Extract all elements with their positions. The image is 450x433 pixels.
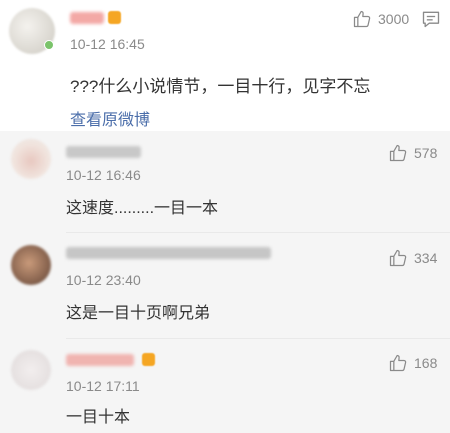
- username[interactable]: [70, 12, 104, 24]
- like-count: 3000: [378, 11, 410, 27]
- like-count: 578: [414, 145, 438, 161]
- reply-list: 10-12 16:46 578 这速度.........一目一本 10-12 2…: [0, 131, 450, 433]
- thumbs-up-icon: [353, 10, 371, 28]
- comment-icon[interactable]: [421, 9, 441, 29]
- thumbs-up-icon: [389, 354, 407, 372]
- avatar[interactable]: [11, 350, 51, 390]
- reply-time: 10-12 23:40: [66, 272, 141, 288]
- username[interactable]: [66, 146, 141, 158]
- thumbs-up-icon: [389, 144, 407, 162]
- like-button[interactable]: 334: [388, 248, 437, 268]
- divider: [66, 338, 450, 339]
- like-count: 168: [414, 355, 438, 371]
- username[interactable]: [66, 247, 271, 259]
- reply-text: 这速度.........一目一本: [66, 200, 219, 217]
- like-count: 334: [414, 250, 438, 266]
- member-badge-icon: [142, 353, 155, 366]
- avatar[interactable]: [11, 245, 51, 285]
- reply-text: 这是一目十页啊兄弟: [66, 305, 211, 322]
- like-button[interactable]: 168: [388, 353, 437, 373]
- view-original-link[interactable]: 查看原微博: [70, 106, 150, 130]
- avatar-badge: [44, 40, 54, 50]
- member-badge-icon: [108, 11, 121, 24]
- like-button[interactable]: 578: [388, 143, 437, 163]
- comment-time: 10-12 16:45: [70, 36, 145, 52]
- reply-time: 10-12 17:11: [66, 378, 140, 394]
- main-comment: 10-12 16:45 3000 ???什么小说情节，一目十行，见字不忘 查看原…: [0, 0, 450, 131]
- reply-text: 一目十本: [66, 409, 131, 426]
- thumbs-up-icon: [389, 249, 407, 267]
- divider: [66, 232, 450, 233]
- avatar[interactable]: [11, 139, 51, 179]
- reply-time: 10-12 16:46: [66, 167, 141, 183]
- comment-text: ???什么小说情节，一目十行，见字不忘: [70, 77, 371, 96]
- like-button[interactable]: 3000: [352, 9, 409, 29]
- username[interactable]: [66, 354, 134, 366]
